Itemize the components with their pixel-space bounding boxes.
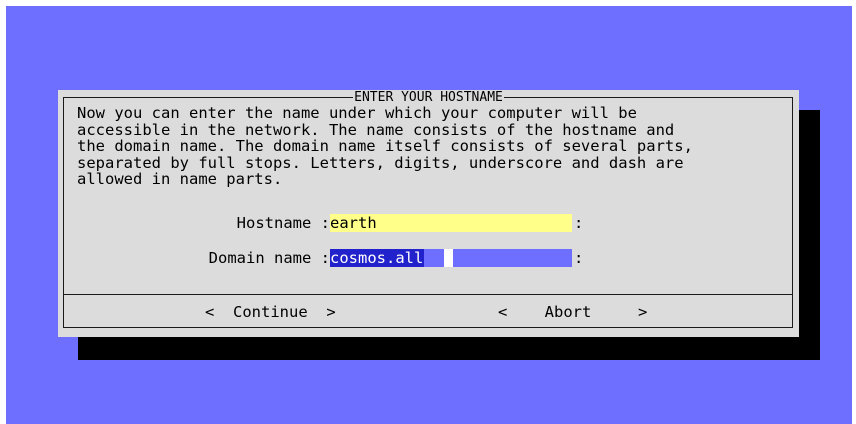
dialog-title: ENTER YOUR HOSTNAME (353, 90, 504, 105)
hostname-input[interactable]: earth (330, 214, 572, 232)
description-line: Now you can enter the name under which y… (77, 104, 637, 122)
abort-button[interactable]: < Abort > (498, 303, 647, 321)
domain-row: Domain name : cosmos.all : (58, 249, 799, 267)
text-cursor (444, 249, 453, 267)
hostname-dialog: ENTER YOUR HOSTNAME Now you can enter th… (58, 90, 799, 337)
domain-label: Domain name : (208, 249, 330, 267)
description-line: separated by full stops. Letters, digits… (77, 153, 684, 172)
description-line: the domain name. The domain name itself … (77, 137, 693, 156)
hostname-label: Hostname : (236, 214, 330, 232)
hostname-field-end: : (574, 214, 584, 232)
hostname-value: earth (330, 214, 377, 232)
domain-input[interactable]: cosmos.all (330, 249, 572, 267)
hostname-row: Hostname : earth : (58, 214, 799, 232)
domain-field-end: : (574, 249, 584, 267)
button-divider (63, 294, 793, 295)
domain-value: cosmos.all (330, 249, 425, 267)
continue-button[interactable]: < Continue > (205, 303, 336, 321)
dialog-description: Now you can enter the name under which y… (77, 105, 787, 188)
description-line: allowed in name parts. (77, 170, 283, 189)
description-line: accessible in the network. The name cons… (77, 120, 675, 139)
